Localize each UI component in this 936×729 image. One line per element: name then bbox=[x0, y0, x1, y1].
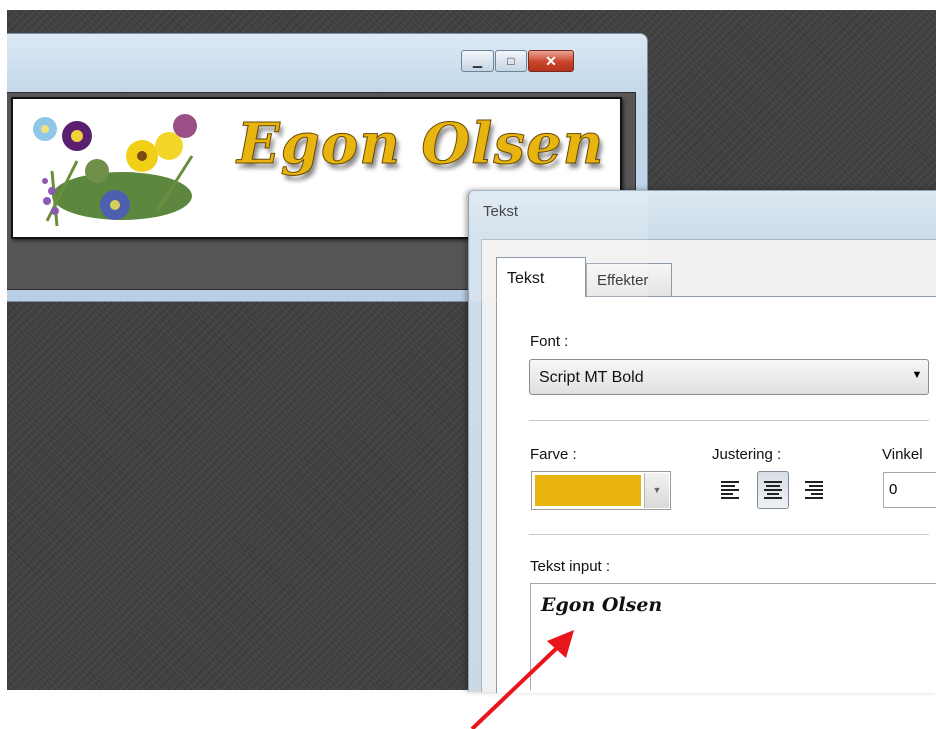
tab-tekst[interactable]: Tekst bbox=[496, 257, 586, 297]
annotation-arrow-icon bbox=[470, 630, 574, 729]
